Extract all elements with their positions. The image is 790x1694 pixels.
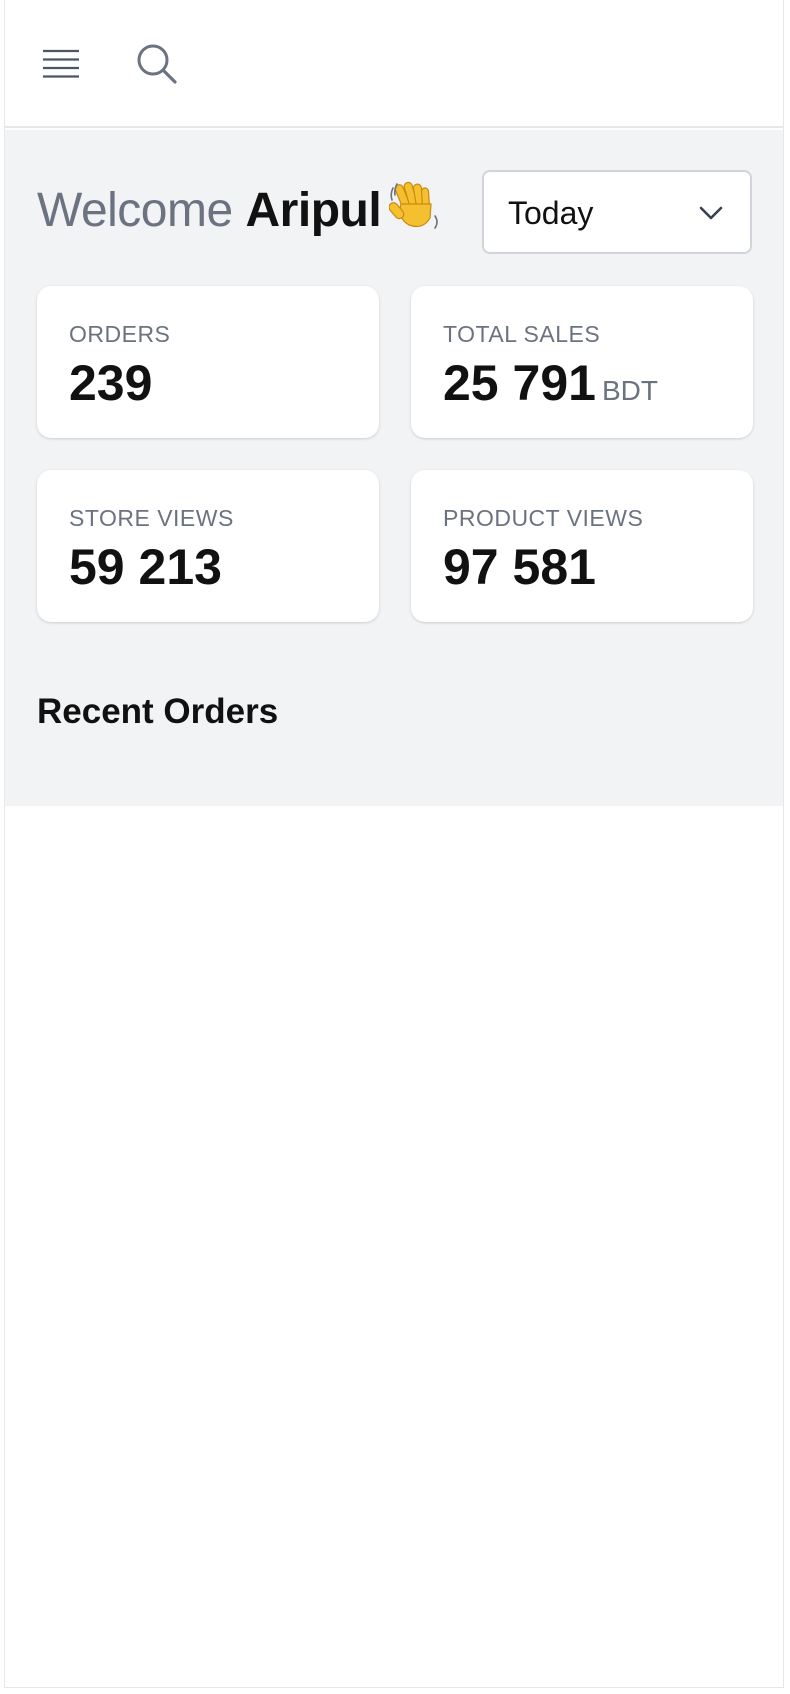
- stat-value: 59 213: [69, 539, 222, 595]
- currency-unit: BDT: [601, 375, 658, 406]
- period-select-value: Today: [508, 195, 594, 231]
- stat-card-product-views: PRODUCT VIEWS 97 581: [411, 470, 753, 622]
- stat-card-orders: ORDERS 239: [37, 286, 379, 438]
- menu-button[interactable]: [35, 38, 87, 90]
- page-frame: Welcome Aripul Today ORDERS 239 TOTAL SA…: [0, 0, 790, 1694]
- menu-icon: [43, 49, 79, 78]
- user-name: Aripul: [245, 184, 382, 237]
- stat-card-store-views: STORE VIEWS 59 213: [37, 470, 379, 622]
- stat-label: TOTAL SALES: [443, 321, 601, 347]
- recent-orders-list: [5, 806, 783, 1687]
- stat-label: PRODUCT VIEWS: [443, 505, 644, 531]
- top-header: [5, 0, 783, 128]
- waving-hand-icon: [388, 178, 443, 239]
- welcome-greeting: Welcome: [37, 184, 233, 237]
- chevron-down-icon: [699, 206, 723, 220]
- dashboard-main: Welcome Aripul Today ORDERS 239 TOTAL SA…: [5, 130, 783, 806]
- search-button[interactable]: [131, 38, 183, 90]
- recent-orders-title: Recent Orders: [37, 692, 279, 731]
- stat-card-total-sales: TOTAL SALES 25 791 BDT: [411, 286, 753, 438]
- stat-label: STORE VIEWS: [69, 505, 234, 531]
- stat-value: 25 791 BDT: [443, 355, 658, 411]
- stat-value: 239: [69, 355, 153, 411]
- app-container: Welcome Aripul Today ORDERS 239 TOTAL SA…: [4, 0, 784, 1688]
- stat-value: 97 581: [443, 539, 596, 595]
- stat-label: ORDERS: [69, 321, 171, 347]
- period-select[interactable]: Today: [482, 170, 752, 254]
- search-icon: [137, 44, 177, 84]
- welcome-heading: Welcome Aripul: [37, 178, 443, 239]
